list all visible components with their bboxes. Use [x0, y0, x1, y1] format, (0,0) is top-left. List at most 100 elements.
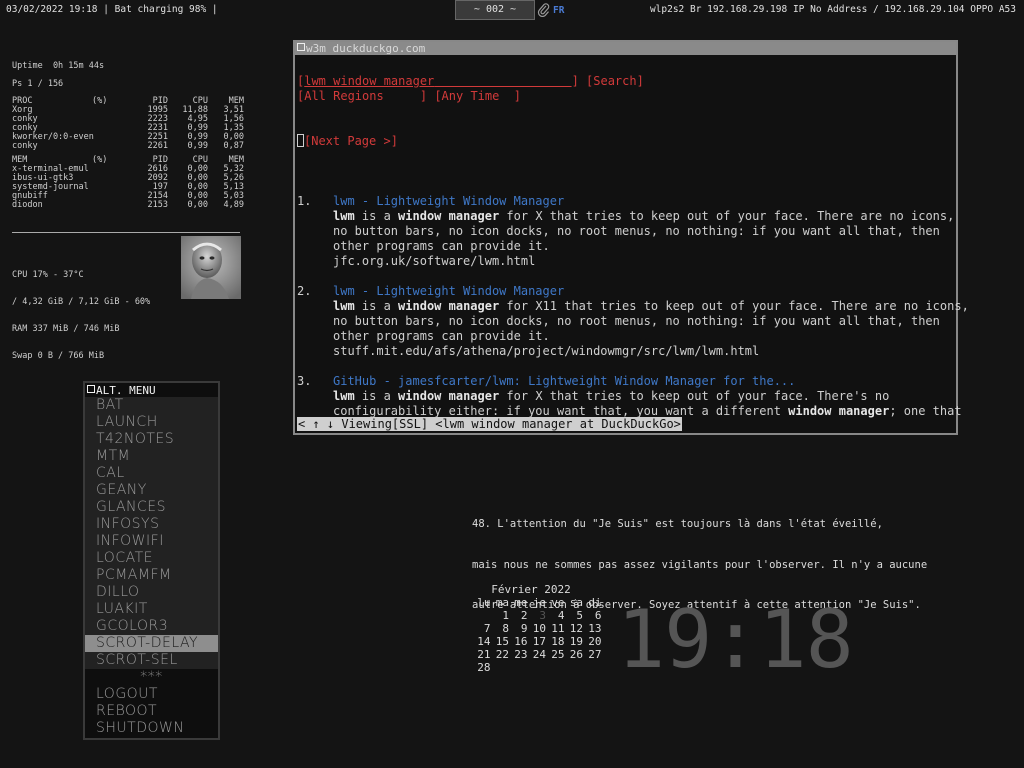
search-result: 3. GitHub - jamesfcarter/lwm: Lightweight… — [297, 374, 962, 419]
menu-item-logout[interactable]: LOGOUT — [85, 686, 218, 703]
paperclip-icon[interactable] — [537, 3, 551, 18]
keyboard-layout-indicator[interactable]: FR — [553, 5, 564, 16]
calendar-day[interactable]: 15 — [491, 635, 509, 648]
result-snippet-line: other programs can provide it. — [297, 329, 954, 344]
swap-usage: Swap 0 B / 766 MiB — [12, 351, 105, 361]
calendar-day — [583, 661, 602, 674]
calendar-day[interactable]: 12 — [565, 622, 583, 635]
calendar-day[interactable]: 3 — [528, 609, 546, 622]
workspace-indicator[interactable]: ~ 002 ~ — [455, 0, 535, 20]
snippet-text: is a — [354, 299, 399, 313]
calendar-day[interactable]: 5 — [565, 609, 583, 622]
w3m-titlebar[interactable]: w3m duckduckgo.com — [295, 42, 956, 55]
menu-item-bat[interactable]: BAT — [85, 397, 218, 414]
calendar-day[interactable]: 18 — [546, 635, 564, 648]
calendar-day[interactable]: 2 — [509, 609, 528, 622]
search-result: 1. lwm - Lightweight Window Manager lwm is… — [297, 194, 954, 284]
menu-item-scrot-delay[interactable]: SCROT-DELAY — [85, 635, 218, 652]
search-form-row: [lwm window manager ] [Search] — [297, 74, 644, 88]
alt-menu: ALT. MENU BAT LAUNCH T42NOTES MTM CAL GEANY GL… — [83, 381, 220, 740]
calendar-day[interactable]: 9 — [509, 622, 528, 635]
calendar-day[interactable]: 4 — [546, 609, 565, 622]
search-result: 2. lwm - Lightweight Window Manager lwm is… — [297, 284, 969, 374]
snippet-text: other programs can provide it. — [333, 239, 550, 253]
proc-row: conky 2223 4,95 1,56 — [12, 115, 244, 124]
result-number: 2. — [297, 284, 312, 298]
calendar-day[interactable]: 6 — [583, 609, 602, 622]
calendar-day[interactable]: 22 — [491, 648, 509, 661]
calendar-week: 123456 — [472, 609, 602, 622]
calendar-day — [472, 609, 491, 622]
calendar-day[interactable]: 10 — [528, 622, 546, 635]
time-select[interactable]: Any Time — [442, 89, 500, 103]
alt-menu-title-text: ALT. MENU — [96, 384, 156, 397]
next-page-link[interactable]: [Next Page >] — [304, 134, 398, 148]
menu-item-glances[interactable]: GLANCES — [85, 499, 218, 516]
window-box-icon[interactable] — [87, 385, 95, 393]
search-results: 1. lwm - Lightweight Window Manager lwm is… — [297, 194, 969, 419]
menu-item-mtm[interactable]: MTM — [85, 448, 218, 465]
w3m-title-text: w3m duckduckgo.com — [306, 42, 426, 55]
result-title-link[interactable]: GitHub - jamesfcarter/lwm: Lightweight W… — [333, 374, 795, 388]
weekday-label: me — [514, 596, 528, 609]
snippet-keyword: window manager — [398, 389, 500, 403]
conky-resources: CPU 17% - 37°C / 4,32 GiB / 7,12 GiB - 6… — [12, 253, 150, 370]
calendar-day[interactable]: 8 — [491, 622, 509, 635]
calendar-day[interactable]: 13 — [583, 622, 601, 635]
calendar-day[interactable]: 14 — [472, 635, 490, 648]
proc-header: PROC (%) PID CPU MEM — [12, 97, 244, 106]
calendar-day[interactable]: 26 — [565, 648, 583, 661]
process-mem: 4,89 — [223, 200, 244, 210]
calendar-day[interactable]: 7 — [472, 622, 491, 635]
calendar-day — [546, 661, 565, 674]
menu-item-dillo[interactable]: DILLO — [85, 584, 218, 601]
menu-item-t42notes[interactable]: T42NOTES — [85, 431, 218, 448]
menu-item-pcmamfm[interactable]: PCMAMFM — [85, 567, 218, 584]
ram-usage: RAM 337 MiB / 746 MiB — [12, 324, 120, 334]
menu-item-infowifi[interactable]: INFOWIFI — [85, 533, 218, 550]
calendar-day[interactable]: 16 — [509, 635, 527, 648]
calendar-day[interactable]: 28 — [472, 661, 490, 674]
calendar-day[interactable]: 1 — [491, 609, 509, 622]
quote-line: mais nous ne sommes pas assez vigilants … — [472, 558, 928, 571]
menu-item-infosys[interactable]: INFOSYS — [85, 516, 218, 533]
menu-item-cal[interactable]: CAL — [85, 465, 218, 482]
menu-item-gcolor3[interactable]: GCOLOR3 — [85, 618, 218, 635]
calendar-day[interactable]: 20 — [583, 635, 601, 648]
result-title-link[interactable]: lwm - Lightweight Window Manager — [333, 194, 564, 208]
w3m-status-line: < ↑ ↓ Viewing[SSL] <lwm window manager a… — [297, 417, 682, 431]
menu-item-scrot-sel[interactable]: SCROT-SEL — [85, 652, 218, 669]
snippet-text: configurability either: if you want that… — [333, 404, 789, 418]
search-button[interactable]: [Search] — [586, 74, 644, 88]
process-name: diodon — [12, 200, 43, 210]
weekday-label: ma — [495, 596, 509, 609]
menu-item-launch[interactable]: LAUNCH — [85, 414, 218, 431]
snippet-keyword: lwm — [333, 389, 355, 403]
calendar-grid: lu ma me je ve sa di 1 2 3 4 5 6 7 8 9 10 11 12 13 14 15 16 17 1… — [472, 596, 602, 674]
menu-item-reboot[interactable]: REBOOT — [85, 703, 218, 720]
alt-menu-title: ALT. MENU — [87, 384, 156, 397]
result-title-link[interactable]: lwm - Lightweight Window Manager — [333, 284, 564, 298]
proc-table: Xorg 1995 11,88 3,51 conky 2223 4,95 1,56 conky 2… — [12, 106, 244, 151]
menu-item-luakit[interactable]: LUAKIT — [85, 601, 218, 618]
snippet-text: for X that tries to keep out of your fac… — [499, 389, 890, 403]
mem-table: x-terminal-emul 2616 0,00 5,32 ibus-ui-gtk3 2… — [12, 165, 244, 210]
search-input[interactable]: lwm window manager — [304, 74, 571, 88]
menu-item-locate[interactable]: LOCATE — [85, 550, 218, 567]
menu-item-geany[interactable]: GEANY — [85, 482, 218, 499]
snippet-text: no button bars, no icon docks, no root m… — [333, 224, 940, 238]
window-box-icon[interactable] — [297, 43, 305, 51]
region-select[interactable]: All Regions — [304, 89, 383, 103]
w3m-browser-window: w3m duckduckgo.com [lwm window manager ]… — [293, 40, 969, 435]
calendar-day[interactable]: 17 — [528, 635, 546, 648]
calendar-day[interactable]: 11 — [546, 622, 564, 635]
calendar-day[interactable]: 27 — [583, 648, 601, 661]
calendar-day[interactable]: 21 — [472, 648, 490, 661]
calendar-day[interactable]: 25 — [546, 648, 564, 661]
ram-total: / 4,32 GiB / 7,12 GiB - 60% — [12, 297, 151, 307]
menu-item-shutdown[interactable]: SHUTDOWN — [85, 720, 218, 737]
calendar-day[interactable]: 19 — [565, 635, 583, 648]
calendar-day[interactable]: 24 — [528, 648, 546, 661]
calendar-day[interactable]: 23 — [509, 648, 527, 661]
mem-header-pct: (%) — [92, 155, 108, 165]
